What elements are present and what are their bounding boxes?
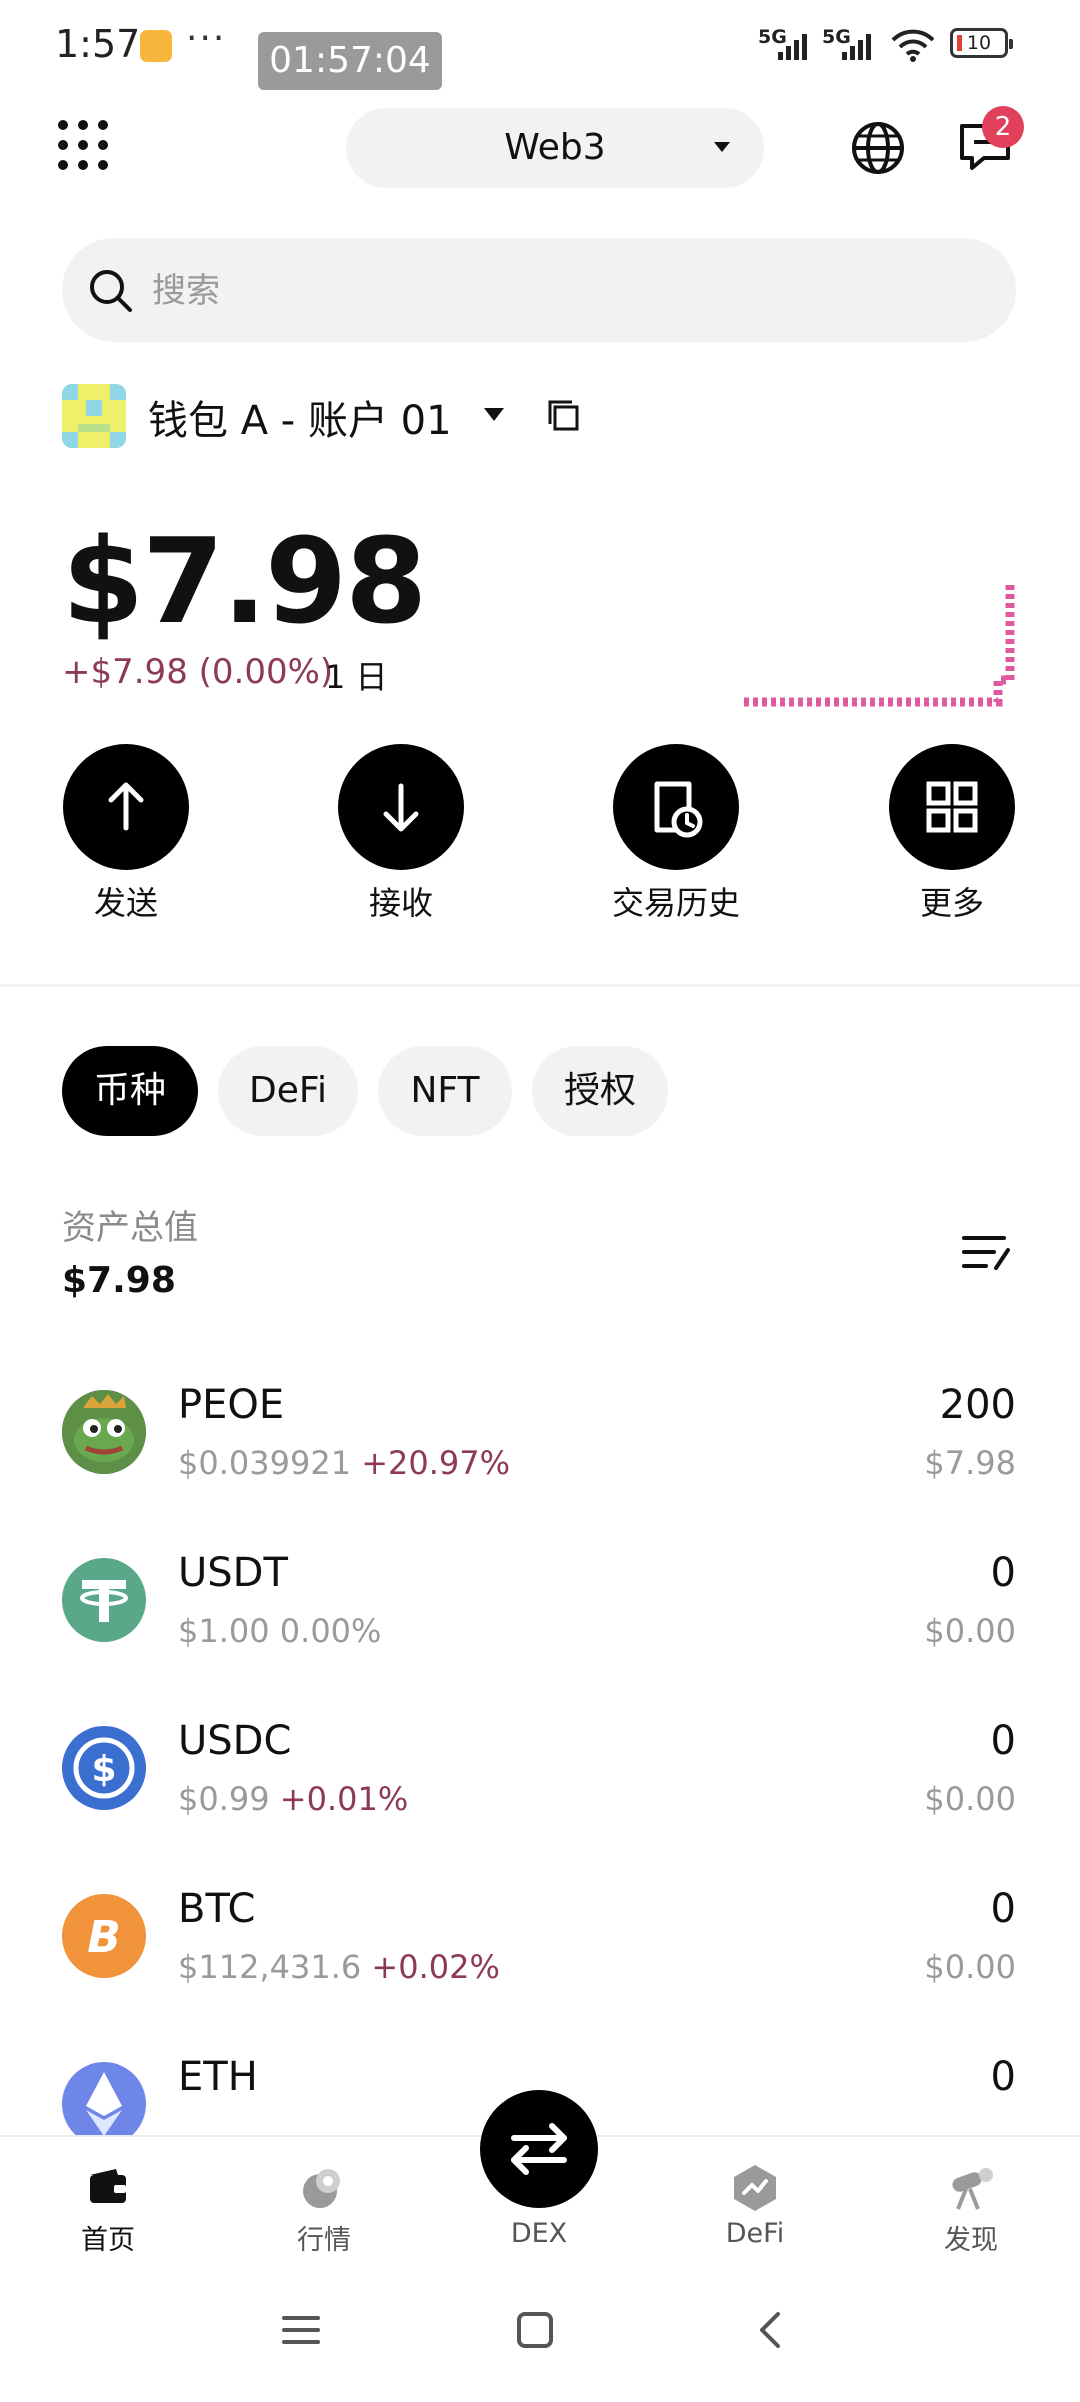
token-price-line: $0.99 +0.01% <box>178 1780 408 1818</box>
total-balance: $7.98 <box>62 512 427 650</box>
search-input[interactable] <box>150 262 974 320</box>
token-change: +20.97% <box>361 1444 511 1482</box>
token-price: $0.99 <box>178 1780 270 1818</box>
history-button[interactable] <box>613 744 739 870</box>
token-price-line: $112,431.6 +0.02% <box>178 1948 500 1986</box>
search-icon <box>90 270 132 312</box>
nav-discover[interactable]: 发现 <box>891 2218 1051 2257</box>
status-overflow: ··· <box>186 18 227 59</box>
system-menu-icon[interactable] <box>280 2310 322 2350</box>
token-value: $0.00 <box>924 1780 1016 1818</box>
receive-label[interactable]: 接收 <box>301 878 501 924</box>
token-row[interactable]: $ USDC $0.99 +0.01% 0 $0.00 <box>0 1696 1080 1826</box>
send-label[interactable]: 发送 <box>26 878 226 924</box>
nav-home[interactable]: 首页 <box>28 2218 188 2257</box>
balance-period[interactable]: 1 日 <box>325 652 388 698</box>
recording-timer: 01:57:04 <box>258 32 442 90</box>
section-divider <box>0 984 1080 987</box>
system-back-icon[interactable] <box>752 2310 788 2350</box>
btc-icon: B <box>62 1894 146 1978</box>
usdc-icon: $ <box>62 1726 146 1810</box>
token-change: +0.01% <box>279 1780 409 1818</box>
system-home-icon[interactable] <box>515 2310 555 2350</box>
nav-market[interactable]: 行情 <box>244 2218 404 2257</box>
balance-sparkline <box>744 582 1015 707</box>
status-time: 1:57 <box>55 22 141 66</box>
token-row[interactable]: USDT $1.00 0.00% 0 $0.00 <box>0 1528 1080 1658</box>
notification-app-icon <box>140 30 172 62</box>
history-icon <box>654 781 703 838</box>
token-amount: 0 <box>990 1550 1016 1596</box>
token-price: $1.00 <box>178 1612 270 1650</box>
swap-icon <box>511 2123 567 2175</box>
token-price-line: $1.00 0.00% <box>178 1612 381 1650</box>
token-value: $7.98 <box>924 1444 1016 1482</box>
assets-total-label: 资产总值 <box>62 1208 198 1248</box>
send-button[interactable] <box>63 744 189 870</box>
tab-tokens[interactable]: 币种 <box>62 1046 198 1136</box>
market-icon[interactable] <box>300 2165 346 2211</box>
arrow-up-icon <box>108 782 144 831</box>
tab-defi[interactable]: DeFi <box>218 1046 358 1136</box>
token-price: $0.039921 <box>178 1444 352 1482</box>
token-price-line: $0.039921 +20.97% <box>178 1444 510 1482</box>
battery-level: 10 <box>966 32 992 54</box>
token-amount: 0 <box>990 1718 1016 1764</box>
signal-bars-2-icon <box>842 30 888 60</box>
account-caret-down-icon[interactable] <box>484 408 504 421</box>
svg-text:$: $ <box>91 1749 116 1790</box>
defi-icon[interactable] <box>732 2163 778 2213</box>
token-value: $0.00 <box>924 1612 1016 1650</box>
notification-badge: 2 <box>982 106 1024 148</box>
sort-icon[interactable] <box>960 1230 1012 1278</box>
menu-grid-icon[interactable] <box>58 120 110 172</box>
nav-dex[interactable]: DEX <box>459 2218 619 2249</box>
assets-total-value: $7.98 <box>62 1260 176 1301</box>
tab-approvals[interactable]: 授权 <box>532 1046 668 1136</box>
wifi-icon <box>891 29 935 62</box>
token-price: $112,431.6 <box>178 1948 362 1986</box>
usdt-icon <box>62 1558 146 1642</box>
svg-text:B: B <box>87 1912 121 1963</box>
account-name[interactable]: 钱包 A - 账户 01 <box>148 388 452 446</box>
balance-change: +$7.98 (0.00%) <box>62 652 334 692</box>
dex-button[interactable] <box>480 2090 598 2208</box>
token-name: BTC <box>178 1886 256 1932</box>
more-button[interactable] <box>889 744 1015 870</box>
eth-icon <box>62 2062 146 2135</box>
token-amount: 200 <box>939 1382 1016 1428</box>
token-value: $0.00 <box>924 1948 1016 1986</box>
globe-icon[interactable] <box>850 120 906 176</box>
token-change: 0.00% <box>279 1612 382 1650</box>
token-row[interactable]: PEOE $0.039921 +20.97% 200 $7.98 <box>0 1360 1080 1490</box>
status-bar: 1:57 ··· 01:57:04 5G 5G 10 <box>0 0 1080 100</box>
history-label[interactable]: 交易历史 <box>576 878 776 924</box>
wallet-icon[interactable] <box>86 2165 130 2209</box>
token-row[interactable]: B BTC $112,431.6 +0.02% 0 $0.00 <box>0 1864 1080 1994</box>
more-label[interactable]: 更多 <box>852 878 1052 924</box>
nav-defi[interactable]: DeFi <box>675 2218 835 2249</box>
token-name: ETH <box>178 2054 258 2100</box>
discover-icon[interactable] <box>946 2163 996 2213</box>
token-name: USDC <box>178 1718 292 1764</box>
token-amount: 0 <box>990 2054 1016 2100</box>
grid-icon <box>926 781 978 833</box>
arrow-down-icon <box>383 783 419 832</box>
token-name: USDT <box>178 1550 288 1596</box>
token-change: +0.02% <box>371 1948 500 1986</box>
receive-button[interactable] <box>338 744 464 870</box>
copy-icon[interactable] <box>546 398 582 434</box>
token-name: PEOE <box>178 1382 285 1428</box>
tab-nft[interactable]: NFT <box>378 1046 512 1136</box>
signal-bars-1-icon <box>778 30 824 60</box>
caret-down-icon[interactable] <box>714 142 730 152</box>
peoe-icon <box>62 1390 146 1474</box>
token-amount: 0 <box>990 1886 1016 1932</box>
wallet-avatar[interactable] <box>62 384 126 448</box>
battery-icon: 10 <box>950 28 1013 58</box>
mode-label[interactable]: Web3 <box>346 108 764 188</box>
